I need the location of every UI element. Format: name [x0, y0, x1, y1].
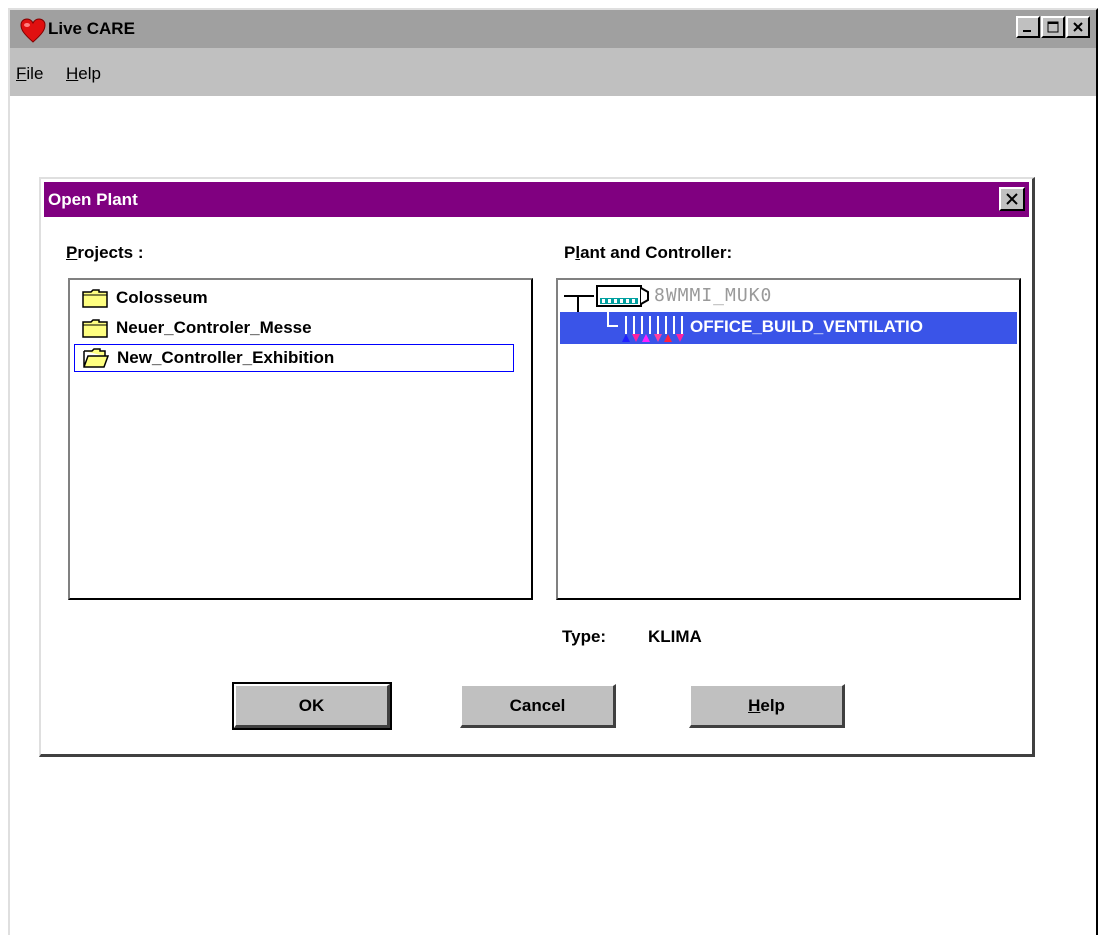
- type-label: Type:: [562, 627, 607, 646]
- plant-controller-label: Plant and Controller:: [564, 243, 732, 263]
- projects-label-text: rojects :: [77, 243, 144, 262]
- tree-node-plant-selected[interactable]: OFFICE_BUILD_VENTILATIO: [560, 312, 1017, 344]
- minimize-button[interactable]: [1016, 16, 1040, 38]
- minimize-icon: [1023, 30, 1031, 32]
- maximize-icon: [1047, 21, 1059, 33]
- plant-controller-tree[interactable]: 8WMMI_MUK0 OFFICE_BUILD_VENTILATIO: [556, 278, 1021, 600]
- project-name: New_Controller_Exhibition: [117, 348, 335, 367]
- tree-node-plant-label: OFFICE_BUILD_VENTILATIO: [690, 317, 923, 336]
- menu-help-accel: H: [66, 64, 79, 83]
- projects-label-accel: P: [66, 243, 78, 262]
- projects-label: Projects :: [66, 243, 143, 263]
- plant-label-text: ant and Controller:: [580, 243, 733, 262]
- type-value: KLIMA: [648, 627, 702, 646]
- help-button-accel: H: [748, 695, 761, 715]
- close-icon: [1006, 193, 1018, 205]
- menu-help-label: elp: [78, 64, 101, 83]
- open-plant-dialog: Open Plant Projects : Plant and Controll…: [39, 177, 1035, 757]
- list-item-new-controller-exhibition[interactable]: New_Controller_Exhibition: [74, 344, 514, 372]
- dialog-title: Open Plant: [48, 190, 138, 209]
- close-button[interactable]: [1066, 16, 1090, 38]
- controller-icon: [596, 285, 649, 307]
- list-item-neuer-controler-messe[interactable]: Neuer_Controler_Messe: [82, 314, 312, 342]
- menu-file[interactable]: File: [16, 64, 43, 84]
- project-name: Neuer_Controler_Messe: [116, 318, 312, 337]
- help-button[interactable]: Help: [689, 684, 845, 728]
- app-title: Live CARE: [48, 19, 135, 38]
- dialog-titlebar[interactable]: Open Plant: [44, 182, 1029, 217]
- project-name: Colosseum: [116, 288, 208, 307]
- folder-closed-icon: [82, 289, 108, 308]
- maximize-button[interactable]: [1041, 16, 1065, 38]
- folder-open-icon: [83, 348, 109, 368]
- help-button-rest: elp: [760, 695, 785, 715]
- ok-button[interactable]: OK: [232, 682, 392, 730]
- menu-file-label: ile: [26, 64, 44, 83]
- tree-node-controller[interactable]: 8WMMI_MUK0: [654, 285, 772, 306]
- folder-closed-icon: [82, 319, 108, 338]
- window-controls: [1015, 16, 1090, 38]
- help-button-label: Help: [748, 696, 785, 716]
- dialog-close-button[interactable]: [999, 187, 1025, 211]
- plant-icon: [607, 312, 684, 342]
- menubar: File Help: [10, 48, 1096, 96]
- cancel-button-label: Cancel: [509, 695, 566, 715]
- projects-listbox[interactable]: Colosseum Neuer_Controler_Messe New_Cont…: [68, 278, 533, 600]
- menu-file-accel: F: [16, 64, 27, 83]
- list-item-colosseum[interactable]: Colosseum: [82, 284, 208, 312]
- tree-branch-line: [564, 295, 594, 312]
- plant-label-pre: P: [564, 243, 576, 262]
- close-icon: [1073, 22, 1083, 32]
- cancel-button[interactable]: Cancel: [460, 684, 616, 728]
- ok-button-label: OK: [298, 695, 325, 715]
- heart-icon: [20, 18, 46, 43]
- app-titlebar[interactable]: Live CARE: [10, 10, 1096, 48]
- menu-help[interactable]: Help: [66, 64, 101, 84]
